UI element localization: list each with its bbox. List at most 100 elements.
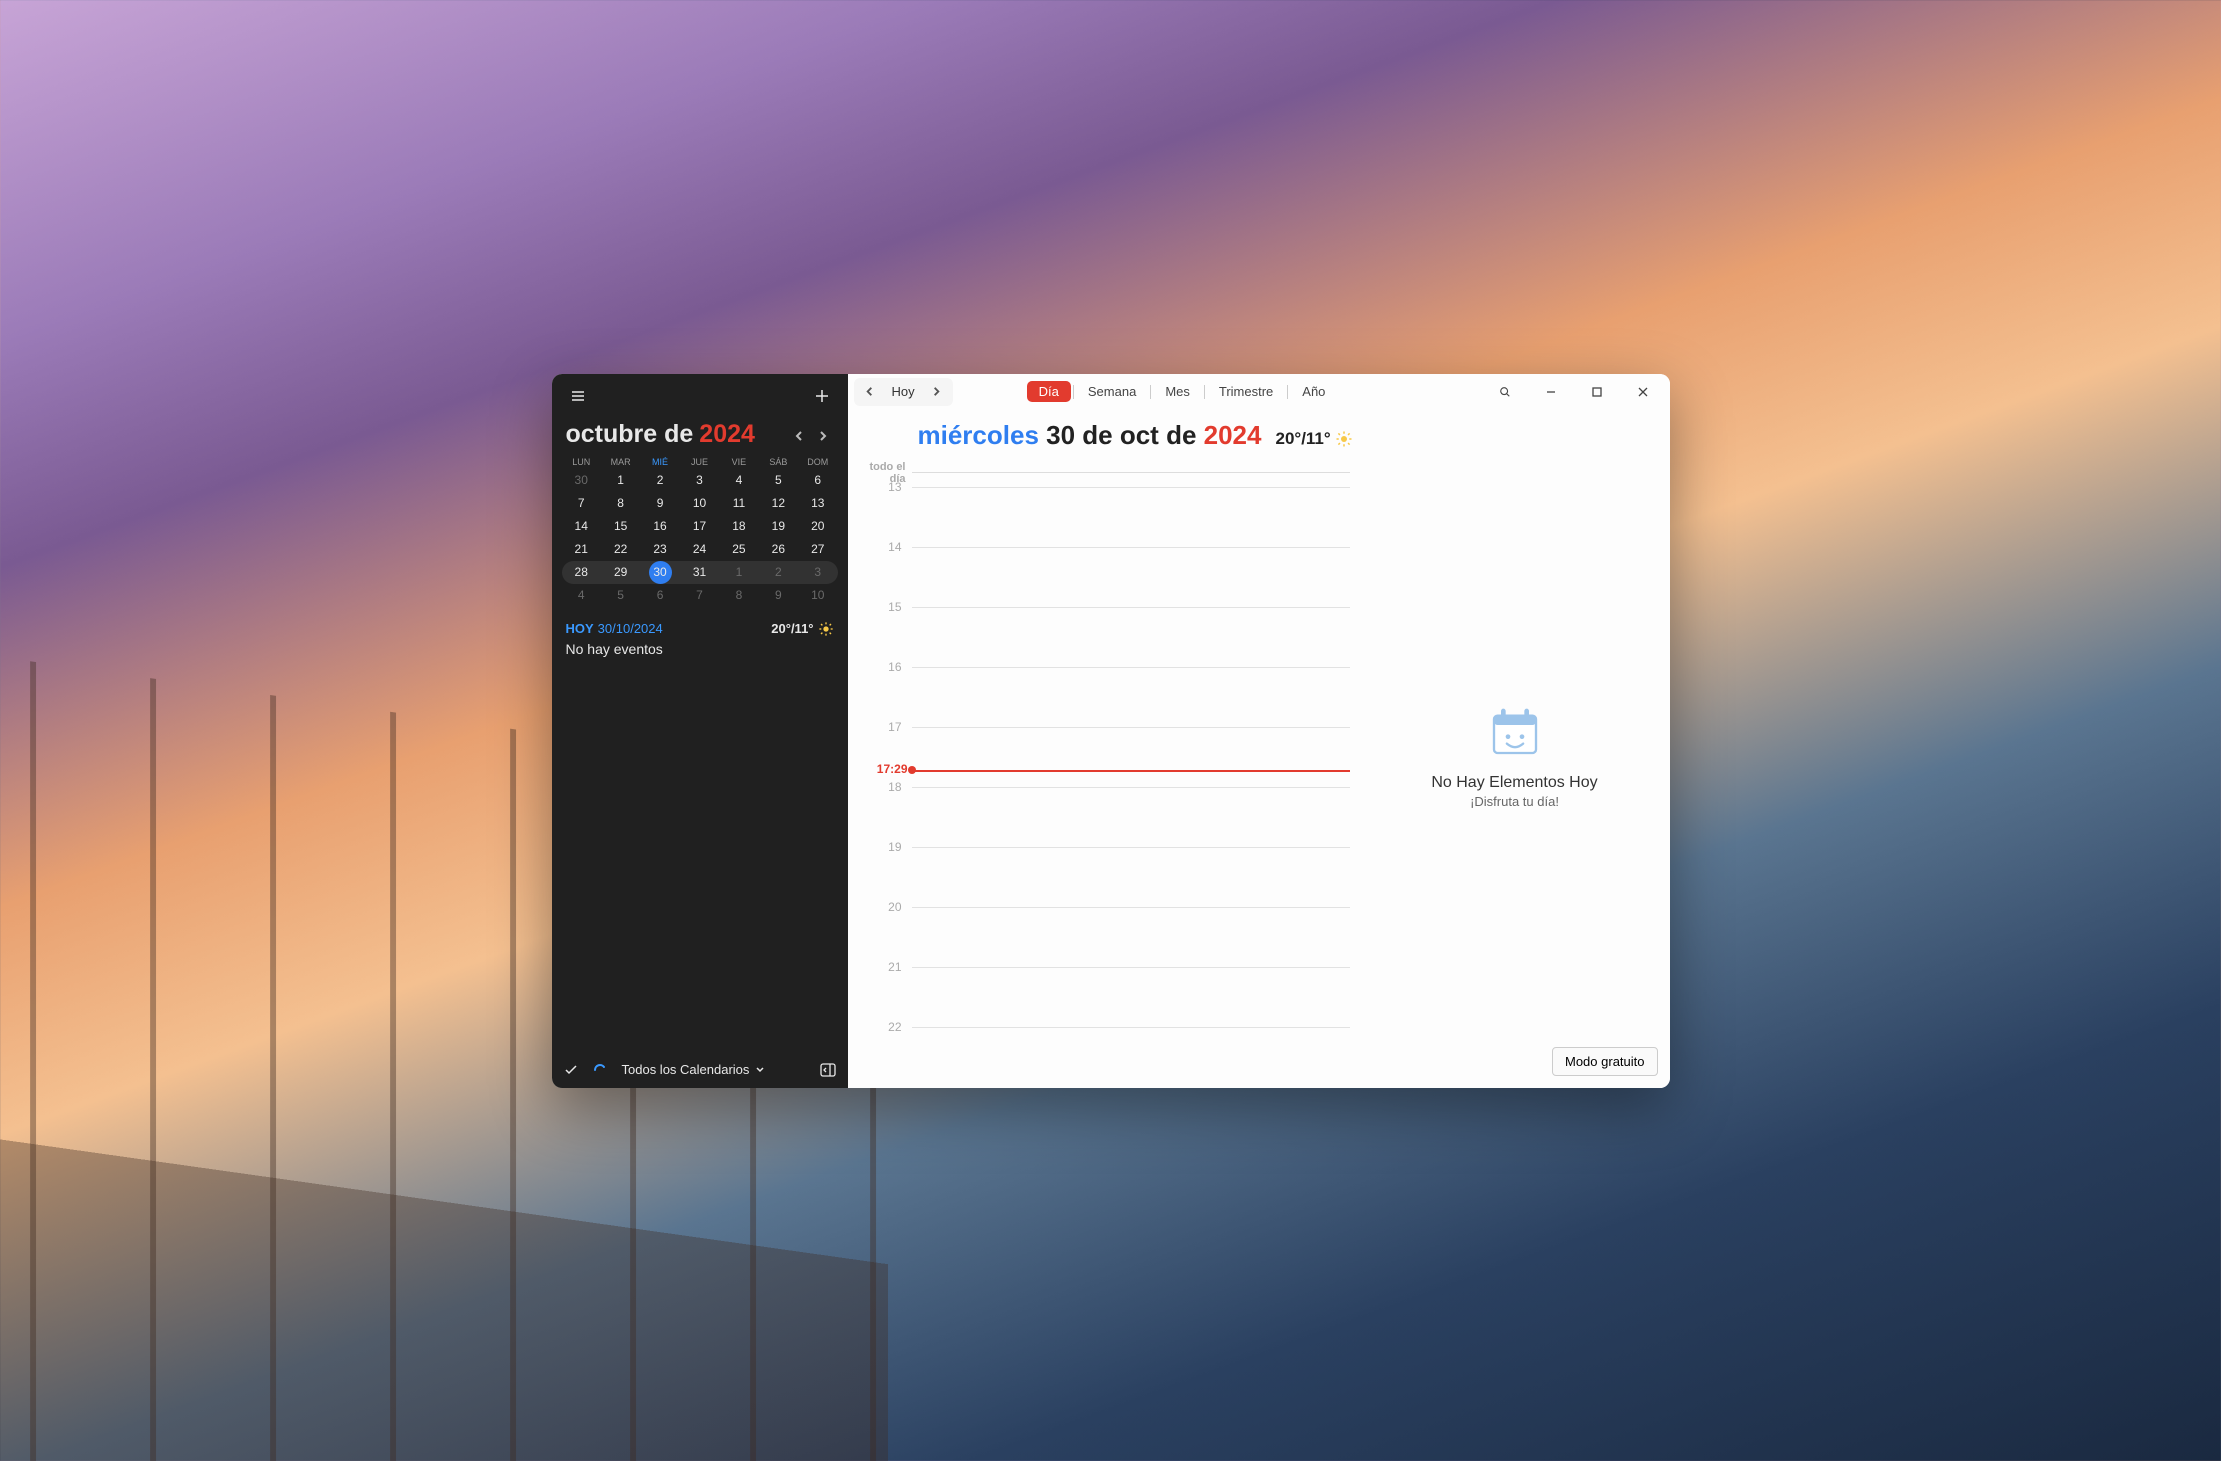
calendar-day[interactable]: 21 <box>562 538 601 561</box>
hour-label: 19 <box>848 840 912 854</box>
check-icon[interactable] <box>564 1063 578 1077</box>
calendar-day[interactable]: 20 <box>798 515 837 538</box>
hour-label: 18 <box>848 780 912 794</box>
dow-label: MAR <box>601 455 640 469</box>
tab-separator <box>1204 385 1205 399</box>
calendar-day[interactable]: 3 <box>680 469 719 492</box>
panel-toggle-icon[interactable] <box>820 1063 836 1077</box>
calendar-day[interactable]: 19 <box>759 515 798 538</box>
add-event-button[interactable] <box>806 380 838 412</box>
calendar-day[interactable]: 12 <box>759 492 798 515</box>
calendar-day[interactable]: 30 <box>640 561 679 584</box>
calendar-day[interactable]: 6 <box>798 469 837 492</box>
calendar-day[interactable]: 30 <box>562 469 601 492</box>
calendar-day[interactable]: 29 <box>601 561 640 584</box>
minimize-button[interactable] <box>1531 378 1571 406</box>
calendar-day[interactable]: 11 <box>719 492 758 515</box>
calendar-day[interactable]: 7 <box>562 492 601 515</box>
calendar-day[interactable]: 10 <box>680 492 719 515</box>
now-dot <box>908 766 916 774</box>
date-mid: 30 de oct de <box>1039 420 1204 450</box>
calendar-day[interactable]: 1 <box>601 469 640 492</box>
calendar-day[interactable]: 25 <box>719 538 758 561</box>
calendar-day[interactable]: 8 <box>719 584 758 607</box>
calendar-day[interactable]: 2 <box>640 469 679 492</box>
calendar-day[interactable]: 3 <box>798 561 837 584</box>
hour-line <box>912 547 1350 548</box>
next-day-button[interactable] <box>925 380 949 404</box>
today-info: HOY 30/10/2024 20°/11° <box>552 607 848 637</box>
tab-separator <box>1287 385 1288 399</box>
calendar-day[interactable]: 22 <box>601 538 640 561</box>
date-weather-text: 20°/11° <box>1275 429 1330 449</box>
view-tab-año[interactable]: Año <box>1290 381 1337 402</box>
dow-label: LUN <box>562 455 601 469</box>
now-time-label: 17:29 <box>848 762 908 776</box>
calendar-day[interactable]: 1 <box>719 561 758 584</box>
calendar-day[interactable]: 5 <box>759 469 798 492</box>
calendar-selector[interactable]: Todos los Calendarios <box>622 1062 766 1077</box>
calendar-day[interactable]: 9 <box>759 584 798 607</box>
calendar-day[interactable]: 13 <box>798 492 837 515</box>
today-weather: 20°/11° <box>771 621 813 636</box>
prev-day-button[interactable] <box>858 380 882 404</box>
calendar-happy-icon <box>1487 704 1543 760</box>
next-month-button[interactable] <box>812 425 834 447</box>
calendar-day[interactable]: 4 <box>562 584 601 607</box>
calendar-day[interactable]: 15 <box>601 515 640 538</box>
calendar-day[interactable]: 8 <box>601 492 640 515</box>
hour-line <box>912 907 1350 908</box>
calendar-day[interactable]: 6 <box>640 584 679 607</box>
month-name: octubre de <box>566 420 694 449</box>
calendar-selector-label: Todos los Calendarios <box>622 1062 750 1077</box>
view-tab-mes[interactable]: Mes <box>1153 381 1202 402</box>
hour-label: 15 <box>848 600 912 614</box>
prev-month-button[interactable] <box>788 425 810 447</box>
calendar-day[interactable]: 16 <box>640 515 679 538</box>
calendar-day[interactable]: 9 <box>640 492 679 515</box>
calendar-day[interactable]: 31 <box>680 561 719 584</box>
today-date: 30/10/2024 <box>598 621 663 636</box>
menu-icon[interactable] <box>562 380 594 412</box>
month-year: 2024 <box>699 420 755 449</box>
today-label: HOY <box>566 621 594 636</box>
calendar-day[interactable]: 17 <box>680 515 719 538</box>
calendar-day[interactable]: 18 <box>719 515 758 538</box>
agenda-subtitle: ¡Disfruta tu día! <box>1470 794 1559 809</box>
calendar-day[interactable]: 24 <box>680 538 719 561</box>
calendar-day[interactable]: 4 <box>719 469 758 492</box>
calendar-day[interactable]: 7 <box>680 584 719 607</box>
sync-spinner-icon <box>592 1062 608 1078</box>
hour-line <box>912 667 1350 668</box>
hour-label: 14 <box>848 540 912 554</box>
search-icon[interactable] <box>1485 378 1525 406</box>
calendar-day[interactable]: 2 <box>759 561 798 584</box>
calendar-day[interactable]: 28 <box>562 561 601 584</box>
chevron-down-icon <box>755 1065 765 1075</box>
view-tab-día[interactable]: Día <box>1027 381 1071 402</box>
calendar-day[interactable]: 27 <box>798 538 837 561</box>
hour-line <box>912 967 1350 968</box>
date-weekday: miércoles <box>918 420 1039 450</box>
today-button[interactable]: Hoy <box>884 384 923 399</box>
calendar-day[interactable]: 10 <box>798 584 837 607</box>
window-controls <box>1485 378 1663 406</box>
sun-icon <box>818 621 834 637</box>
free-mode-button[interactable]: Modo gratuito <box>1552 1047 1658 1076</box>
calendar-day[interactable]: 23 <box>640 538 679 561</box>
maximize-button[interactable] <box>1577 378 1617 406</box>
calendar-day[interactable]: 5 <box>601 584 640 607</box>
close-button[interactable] <box>1623 378 1663 406</box>
hour-label: 21 <box>848 960 912 974</box>
sidebar-top <box>552 374 848 410</box>
dow-label: JUE <box>680 455 719 469</box>
month-header: octubre de 2024 <box>552 410 848 453</box>
hour-label: 16 <box>848 660 912 674</box>
calendar-day[interactable]: 26 <box>759 538 798 561</box>
view-tab-trimestre[interactable]: Trimestre <box>1207 381 1285 402</box>
date-year: 2024 <box>1204 420 1262 450</box>
date-header-text: miércoles 30 de oct de 2024 <box>918 420 1262 451</box>
view-tab-semana[interactable]: Semana <box>1076 381 1148 402</box>
sidebar: octubre de 2024 LUNMARMIÉJUEVIESÁBDOM 30… <box>552 374 848 1088</box>
calendar-day[interactable]: 14 <box>562 515 601 538</box>
